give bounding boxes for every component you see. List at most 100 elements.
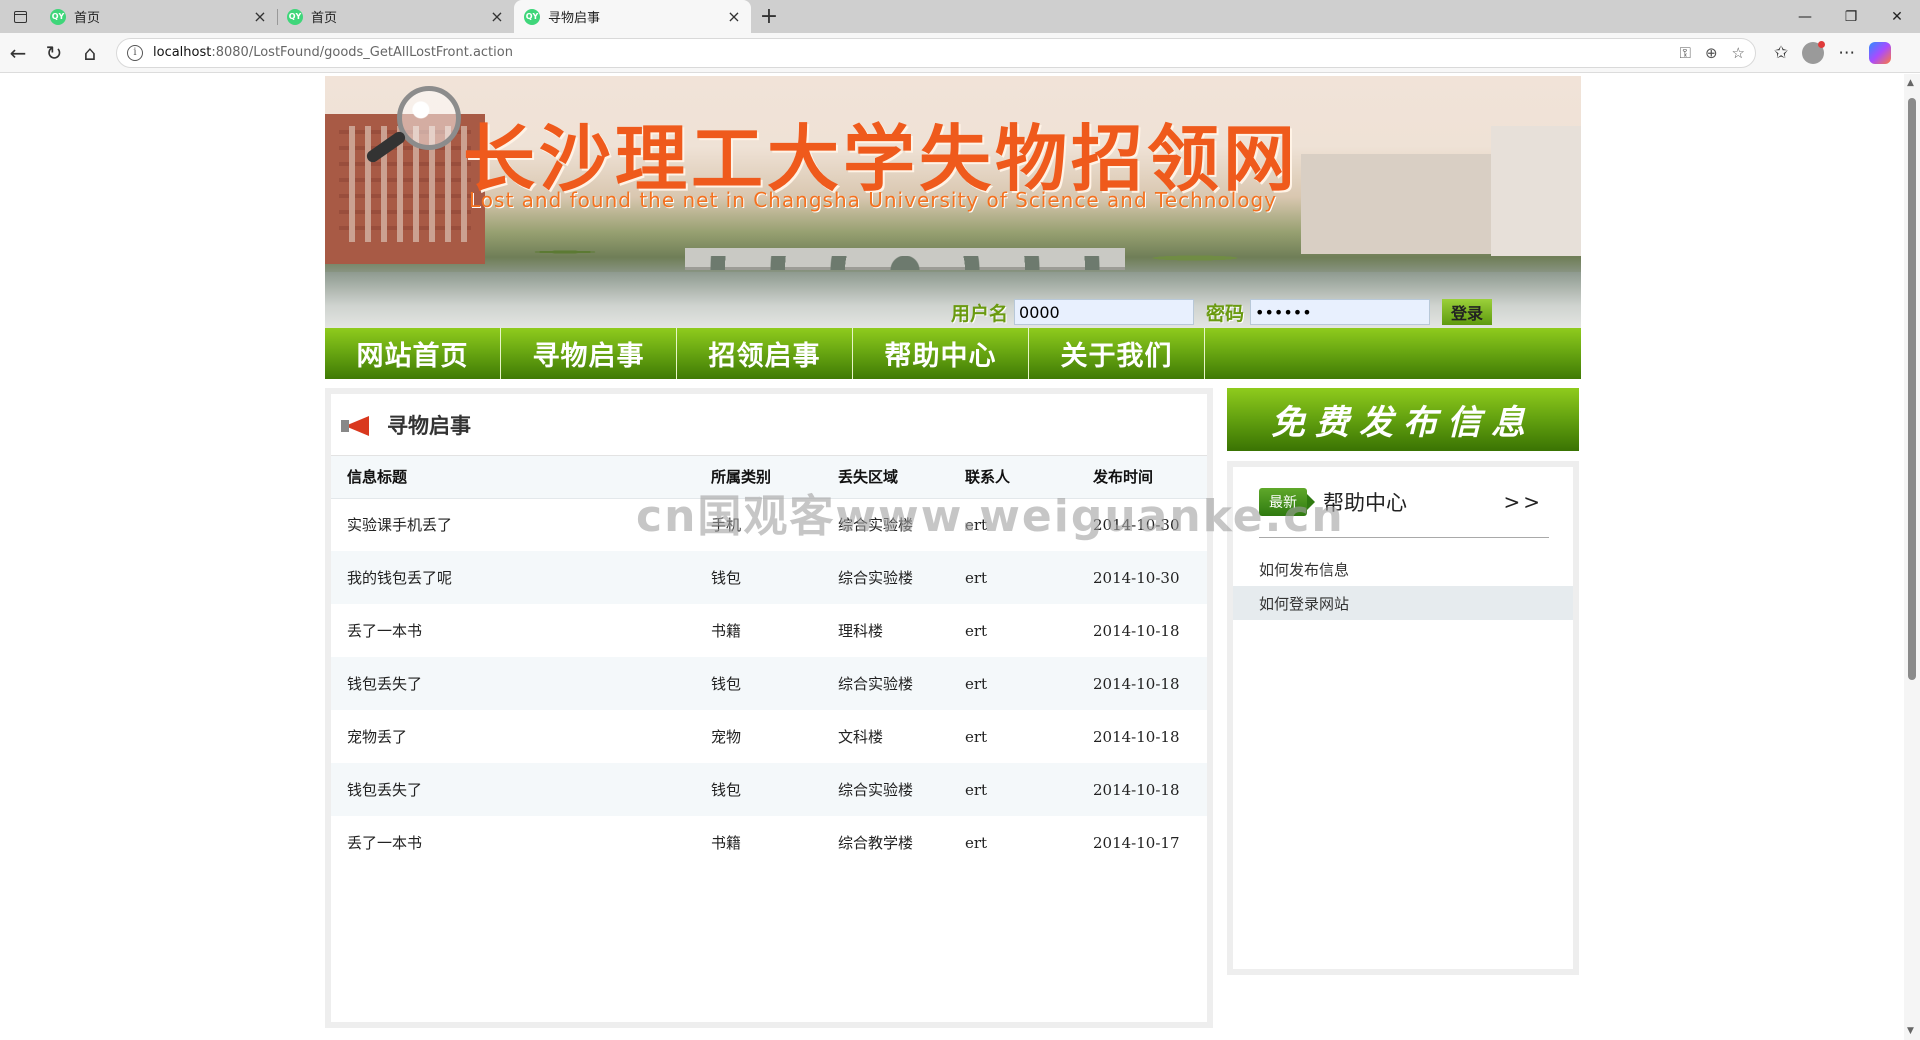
table-row[interactable]: 钱包丢失了 钱包 综合实验楼 ert 2014-10-18 xyxy=(331,657,1207,710)
tab-title: 首页 xyxy=(74,11,101,26)
tab-title: 寻物启事 xyxy=(548,11,601,26)
address-toolbar: ← ↻ ⌂ i localhost:8080/LostFound/goods_G… xyxy=(0,33,1920,73)
site-info-icon[interactable]: i xyxy=(127,44,143,61)
item-category: 书籍 xyxy=(711,622,742,640)
publish-info-button[interactable]: 免费发布信息 xyxy=(1227,388,1579,451)
password-label: 密码 xyxy=(1206,302,1245,325)
window-controls: — ❐ ✕ xyxy=(1782,0,1920,33)
password-input[interactable] xyxy=(1250,299,1431,325)
item-category: 钱包 xyxy=(710,551,837,604)
table-row[interactable]: 我的钱包丢了呢 钱包 综合实验楼 ert 2014-10-30 xyxy=(331,551,1207,604)
table-row[interactable]: 宠物丢了 宠物 文科楼 ert 2014-10-18 xyxy=(331,710,1207,763)
help-list: 如何发布信息 如何登录网站 xyxy=(1233,552,1573,620)
refresh-icon[interactable]: ↻ xyxy=(36,35,72,71)
home-icon[interactable]: ⌂ xyxy=(72,35,108,71)
item-date: 2014-10-18 xyxy=(1093,621,1180,640)
close-icon[interactable]: × xyxy=(725,7,743,26)
nav-item-help[interactable]: 帮助中心 xyxy=(853,328,1029,379)
item-area: 综合教学楼 xyxy=(838,834,914,852)
back-arrow-icon[interactable]: ← xyxy=(0,35,36,71)
table-row[interactable]: 钱包丢失了 钱包 综合实验楼 ert 2014-10-18 xyxy=(331,763,1207,816)
item-date: 2014-10-30 xyxy=(1092,551,1207,604)
more-menu-icon[interactable]: ⋯ xyxy=(1838,43,1855,63)
vertical-scrollbar[interactable]: ▲ ▼ xyxy=(1904,74,1920,1040)
main-content: 寻物启事 信息标题 所属类别 丢失区域 联系人 发布时间 实验课手机丢了 手机 … xyxy=(325,388,1581,1028)
browser-tab-2[interactable]: QY 首页 × xyxy=(277,0,514,33)
item-category: 宠物 xyxy=(711,728,742,746)
scroll-thumb[interactable] xyxy=(1908,98,1916,680)
scroll-up-icon[interactable]: ▲ xyxy=(1907,78,1914,88)
username-label: 用户名 xyxy=(951,302,1009,325)
banner-building-far-right xyxy=(1491,126,1581,256)
help-center-box: 最新 帮助中心 >> 如何发布信息 如何登录网站 xyxy=(1227,461,1579,975)
item-contact: ert xyxy=(964,551,1092,604)
item-category: 手机 xyxy=(711,516,742,535)
item-title-link[interactable]: 钱包丢失了 xyxy=(331,763,710,816)
item-title-link[interactable]: 钱包丢失了 xyxy=(331,657,710,710)
url-path: :8080/LostFound/goods_GetAllLostFront.ac… xyxy=(211,45,513,60)
item-area: 综合实验楼 xyxy=(837,551,964,604)
favorites-icon[interactable]: ✩ xyxy=(1774,43,1788,63)
username-input[interactable] xyxy=(1014,299,1195,325)
minimize-icon[interactable]: — xyxy=(1782,0,1828,33)
item-area: 综合实验楼 xyxy=(837,657,964,710)
item-area: 文科楼 xyxy=(838,728,884,746)
item-title-link[interactable]: 我的钱包丢了呢 xyxy=(331,551,710,604)
column-header-area: 丢失区域 xyxy=(837,456,964,499)
close-icon[interactable]: × xyxy=(251,7,269,26)
table-row[interactable]: 丢了一本书 书籍 理科楼 ert 2014-10-18 xyxy=(331,604,1207,657)
item-contact: ert xyxy=(964,657,1092,710)
item-category: 书籍 xyxy=(711,834,742,852)
item-date: 2014-10-30 xyxy=(1093,515,1180,534)
window-close-icon[interactable]: ✕ xyxy=(1874,0,1920,33)
help-item-publish[interactable]: 如何发布信息 xyxy=(1233,552,1573,586)
copilot-icon[interactable] xyxy=(1869,41,1892,64)
sidebar-toggle-icon xyxy=(13,10,27,23)
site-subtitle: Lost and found the net in Changsha Unive… xyxy=(469,188,1278,212)
item-title-link[interactable]: 实验课手机丢了 xyxy=(331,498,710,551)
login-form: 用户名 密码 登录 xyxy=(951,298,1493,326)
profile-avatar[interactable] xyxy=(1802,40,1826,64)
nav-item-about[interactable]: 关于我们 xyxy=(1029,328,1205,379)
item-date: 2014-10-17 xyxy=(1093,833,1180,852)
item-date: 2014-10-18 xyxy=(1092,763,1207,816)
zoom-icon[interactable]: ⊕ xyxy=(1705,44,1718,62)
new-tab-button[interactable]: + xyxy=(751,0,787,33)
item-area: 综合实验楼 xyxy=(837,763,964,816)
item-contact: ert xyxy=(964,763,1092,816)
browser-tab-bar: QY 首页 × QY 首页 × QY 寻物启事 × + — ❐ ✕ xyxy=(0,0,1920,33)
restore-icon[interactable]: ❐ xyxy=(1828,0,1874,33)
magnifier-icon xyxy=(397,86,461,150)
item-area: 理科楼 xyxy=(838,622,884,640)
item-contact: ert xyxy=(965,515,988,534)
nav-item-found[interactable]: 招领启事 xyxy=(677,328,853,379)
scroll-down-icon[interactable]: ▼ xyxy=(1907,1026,1914,1036)
browser-tab-1[interactable]: QY 首页 × xyxy=(40,0,277,33)
key-icon[interactable]: ⚿ xyxy=(1680,44,1691,62)
lost-items-table: 信息标题 所属类别 丢失区域 联系人 发布时间 实验课手机丢了 手机 综合实验楼 xyxy=(331,456,1207,869)
help-more-link[interactable]: >> xyxy=(1503,490,1543,514)
nav-item-lost[interactable]: 寻物启事 xyxy=(501,328,677,379)
window-menu-button[interactable] xyxy=(0,0,40,33)
lost-items-panel: 寻物启事 信息标题 所属类别 丢失区域 联系人 发布时间 实验课手机丢了 手机 … xyxy=(325,388,1213,1028)
table-row[interactable]: 丢了一本书 书籍 综合教学楼 ert 2014-10-17 xyxy=(331,816,1207,869)
address-input[interactable]: i localhost:8080/LostFound/goods_GetAllL… xyxy=(116,37,1756,68)
nav-item-home[interactable]: 网站首页 xyxy=(325,328,501,379)
favorite-star-icon[interactable]: ☆ xyxy=(1732,44,1745,62)
column-header-contact: 联系人 xyxy=(964,456,1092,499)
help-item-login[interactable]: 如何登录网站 xyxy=(1233,586,1573,620)
table-row[interactable]: 实验课手机丢了 手机 综合实验楼 ert 2014-10-30 xyxy=(331,498,1207,551)
login-button[interactable]: 登录 xyxy=(1442,299,1493,325)
site-favicon-icon: QY xyxy=(524,8,540,25)
item-title-link[interactable]: 宠物丢了 xyxy=(331,710,710,763)
help-center-header: 最新 帮助中心 >> xyxy=(1233,467,1573,537)
item-category: 钱包 xyxy=(710,657,837,710)
table-header-row: 信息标题 所属类别 丢失区域 联系人 发布时间 xyxy=(331,456,1207,499)
close-icon[interactable]: × xyxy=(488,7,506,26)
item-title-link[interactable]: 丢了一本书 xyxy=(331,816,710,869)
browser-tab-3-active[interactable]: QY 寻物启事 × xyxy=(514,0,751,33)
item-title-link[interactable]: 丢了一本书 xyxy=(331,604,710,657)
site-banner: 长沙理工大学失物招领网 Lost and found the net in Ch… xyxy=(325,76,1581,328)
banner-bridge xyxy=(685,248,1125,270)
divider xyxy=(1259,537,1549,538)
